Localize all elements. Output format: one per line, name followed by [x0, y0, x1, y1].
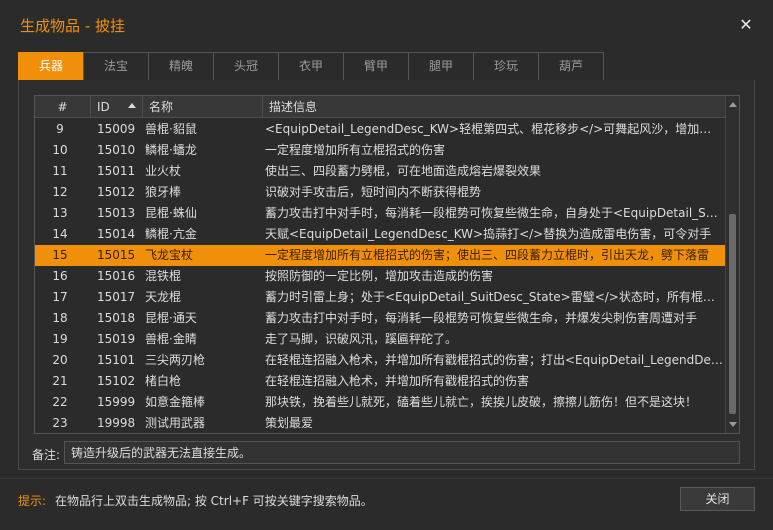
cell-desc: 那块铁，挽着些儿就死，磕着些儿就亡，挨挨儿皮破，擦擦儿筋伤！但不是这块！	[265, 395, 698, 409]
table-row[interactable]: 16 15016 混铁棍 按照防御的一定比例，增加攻击造成的伤害	[35, 266, 725, 287]
tab-0[interactable]: 兵器	[18, 52, 84, 81]
table-body: 9 15009 兽棍·貂鼠 <EquipDetail_LegendDesc_KW>轻棍…	[35, 119, 725, 433]
cell-name: 兽棍·貂鼠	[145, 122, 197, 136]
column-header-name[interactable]: 名称	[143, 96, 263, 118]
table-header: # ID 名称 描述信息	[35, 96, 725, 118]
hint-text: 在物品行上双击生成物品; 按 Ctrl+F 可按关键字搜索物品。	[55, 494, 373, 508]
cell-desc: 在轻棍连招融入枪术，并增加所有戳棍招式的伤害	[265, 374, 530, 388]
cell-desc: 一定程度增加所有立棍招式的伤害；使出三、四段蓄力立棍时，引出天龙，劈下落雷	[265, 248, 710, 262]
cell-no: 13	[52, 206, 68, 220]
dialog-title: 生成物品 - 披挂	[20, 17, 125, 35]
tab-6[interactable]: 腿甲	[408, 52, 474, 80]
cell-desc: 在轻棍连招融入枪术，并增加所有戳棍招式的伤害；打出<EquipDetail_Le…	[265, 353, 723, 367]
tab-2[interactable]: 精魄	[148, 52, 214, 80]
cell-no: 9	[56, 122, 64, 136]
column-header-id[interactable]: ID	[91, 96, 143, 118]
table-row[interactable]: 21 15102 楮白枪 在轻棍连招融入枪术，并增加所有戳棍招式的伤害	[35, 371, 725, 392]
cell-desc: 蓄力攻击打中对手时，每消耗一段棍势可恢复些微生命，并爆发尖刺伤害周遭对手	[265, 311, 698, 325]
cell-no: 10	[52, 143, 68, 157]
cell-name: 鳞棍·蟠龙	[145, 143, 197, 157]
table-row[interactable]: 20 15101 三尖两刃枪 在轻棍连招融入枪术，并增加所有戳棍招式的伤害；打出<Eq…	[35, 350, 725, 371]
cell-name: 飞龙宝杖	[145, 248, 194, 262]
sort-ascending-icon	[128, 103, 136, 108]
cell-desc: 一定程度增加所有立棍招式的伤害	[265, 143, 446, 157]
table-row[interactable]: 23 19998 测试用武器 策划最爱	[35, 413, 725, 433]
note-field[interactable]	[64, 441, 740, 464]
table-row[interactable]: 18 15018 昆棍·通天 蓄力攻击打中对手时，每消耗一段棍势可恢复些微生命，并爆发…	[35, 308, 725, 329]
scroll-up-icon[interactable]	[729, 102, 737, 107]
table-row[interactable]: 17 15017 天龙棍 蓄力时引雷上身；处于<EquipDetail_SuitDes…	[35, 287, 725, 308]
tab-4[interactable]: 衣甲	[278, 52, 344, 80]
cell-desc: 按照防御的一定比例，增加攻击造成的伤害	[265, 269, 494, 283]
cell-desc: 使出三、四段蓄力劈棍，可在地面造成熔岩爆裂效果	[265, 164, 542, 178]
cell-no: 19	[52, 332, 68, 346]
cell-no: 15	[52, 248, 68, 262]
tab-1[interactable]: 法宝	[83, 52, 149, 80]
cell-no: 22	[52, 395, 68, 409]
cell-no: 18	[52, 311, 68, 325]
cell-desc: 识破对手攻击后，短时间内不断获得棍势	[265, 185, 482, 199]
tab-5[interactable]: 臂甲	[343, 52, 409, 80]
cell-name: 楮白枪	[145, 374, 182, 388]
tab-8[interactable]: 葫芦	[538, 52, 604, 80]
cell-desc: 走了马脚，识破风汛，蹊匾秤砣了。	[265, 332, 458, 346]
cell-desc: 策划最爱	[265, 416, 314, 430]
tab-3[interactable]: 头冠	[213, 52, 279, 80]
scroll-down-icon[interactable]	[729, 422, 737, 427]
hint-label: 提示:	[18, 494, 47, 508]
cell-no: 12	[52, 185, 68, 199]
cell-no: 16	[52, 269, 68, 283]
table-row[interactable]: 13 15013 昆棍·蛛仙 蓄力攻击打中对手时，每消耗一段棍势可恢复些微生命，自身处…	[35, 203, 725, 224]
column-header-id-label: ID	[97, 100, 110, 114]
table-row[interactable]: 11 15011 业火杖 使出三、四段蓄力劈棍，可在地面造成熔岩爆裂效果	[35, 161, 725, 182]
cell-no: 11	[52, 164, 68, 178]
cell-name: 天龙棍	[145, 290, 182, 304]
close-icon[interactable]: ✕	[738, 16, 754, 34]
cell-desc: <EquipDetail_LegendDesc_KW>轻棍第四式、棍花移步</>…	[265, 122, 723, 136]
column-header-desc[interactable]: 描述信息	[263, 96, 725, 118]
cell-name: 狼牙棒	[145, 185, 182, 199]
cell-desc: 蓄力时引雷上身；处于<EquipDetail_SuitDesc_State>雷璧…	[265, 290, 723, 304]
table-row[interactable]: 19 15019 兽棍·金睛 走了马脚，识破风汛，蹊匾秤砣了。	[35, 329, 725, 350]
close-button[interactable]: 关闭	[680, 487, 755, 511]
cell-no: 14	[52, 227, 68, 241]
tab-bar: 兵器 法宝 精魄 头冠 衣甲 臂甲 腿甲 珍玩 葫芦	[18, 52, 604, 81]
table-row[interactable]: 22 15999 如意金箍棒 那块铁，挽着些儿就死，磕着些儿就亡，挨挨儿皮破，擦擦儿筋…	[35, 392, 725, 413]
cell-no: 20	[52, 353, 68, 367]
cell-name: 三尖两刃枪	[145, 353, 206, 367]
cell-desc: 天赋<EquipDetail_LegendDesc_KW>捣蒜打</>替换为造成…	[265, 227, 712, 241]
footer-divider	[0, 478, 773, 479]
cell-name: 混铁棍	[145, 269, 182, 283]
cell-name: 昆棍·通天	[145, 311, 197, 325]
cell-no: 17	[52, 290, 68, 304]
cell-name: 业火杖	[145, 164, 182, 178]
cell-name: 鳞棍·亢金	[145, 227, 197, 241]
column-header-no[interactable]: #	[35, 96, 91, 118]
table-row[interactable]: 9 15009 兽棍·貂鼠 <EquipDetail_LegendDesc_KW>轻棍…	[35, 119, 725, 140]
table-row[interactable]: 15 15015 飞龙宝杖 一定程度增加所有立棍招式的伤害；使出三、四段蓄力立棍时，引…	[35, 245, 725, 266]
vertical-scrollbar[interactable]	[725, 96, 739, 433]
cell-name: 兽棍·金睛	[145, 332, 197, 346]
table-row[interactable]: 10 15010 鳞棍·蟠龙 一定程度增加所有立棍招式的伤害	[35, 140, 725, 161]
cell-desc: 蓄力攻击打中对手时，每消耗一段棍势可恢复些微生命，自身处于<EquipDetai…	[265, 206, 723, 220]
tab-7[interactable]: 珍玩	[473, 52, 539, 80]
item-table: # ID 名称 描述信息 9 15009 兽棍·貂鼠 <EquipDetail_Leg…	[34, 95, 740, 434]
table-row[interactable]: 14 15014 鳞棍·亢金 天赋<EquipDetail_LegendDesc_KW…	[35, 224, 725, 245]
note-label: 备注:	[32, 448, 61, 462]
table-row[interactable]: 12 15012 狼牙棒 识破对手攻击后，短时间内不断获得棍势	[35, 182, 725, 203]
cell-no: 23	[52, 416, 68, 430]
scroll-thumb[interactable]	[729, 214, 736, 414]
cell-no: 21	[52, 374, 68, 388]
cell-name: 测试用武器	[145, 416, 206, 430]
cell-name: 昆棍·蛛仙	[145, 206, 197, 220]
cell-name: 如意金箍棒	[145, 395, 206, 409]
